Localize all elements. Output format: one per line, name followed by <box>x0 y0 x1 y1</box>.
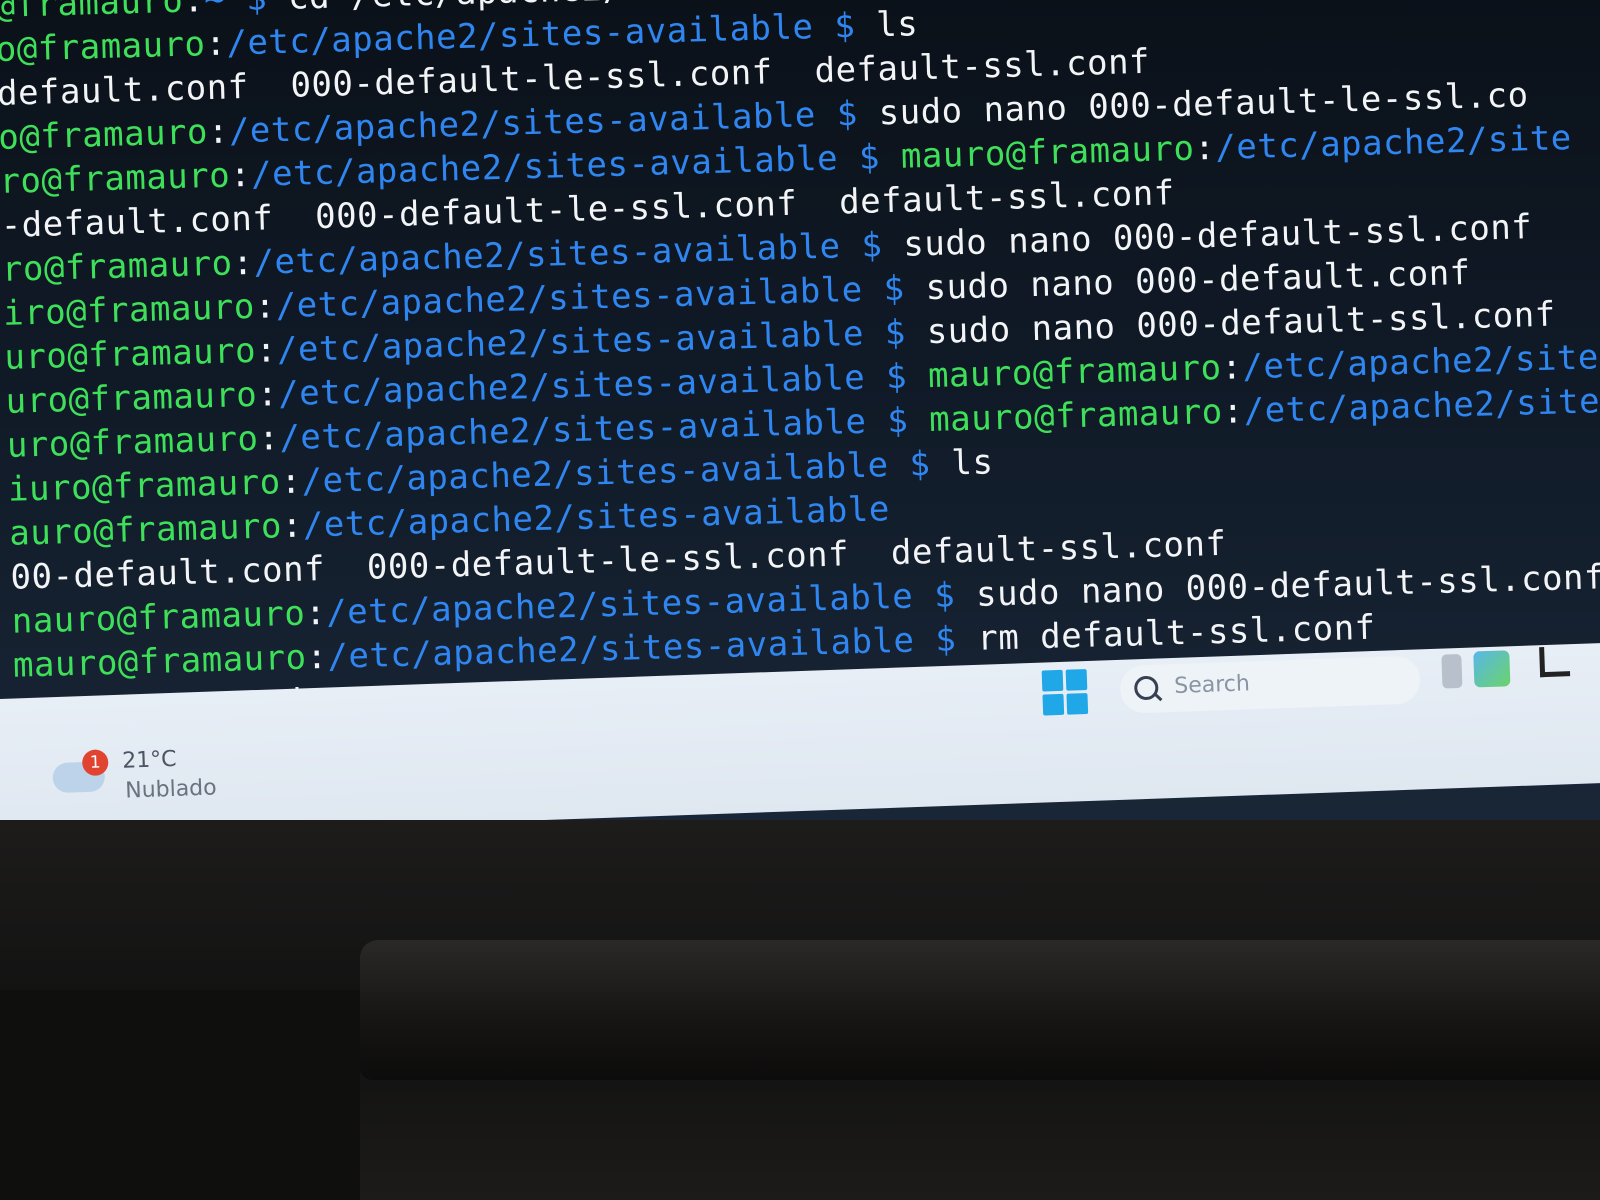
prompt-separator: : <box>254 286 277 327</box>
prompt-symbol: $ <box>860 224 904 266</box>
pasted-separator: : <box>1193 127 1216 169</box>
prompt-path: ~ <box>204 0 247 20</box>
pasted-host: mauro@framauro <box>928 391 1224 441</box>
prompt-host: o@framauro <box>0 24 207 70</box>
windows-logo-icon <box>1042 693 1065 716</box>
maps-app-icon[interactable] <box>1473 650 1511 688</box>
pasted-separator: : <box>1220 347 1244 388</box>
pasted-path: /etc/apache2/site <box>1214 118 1573 168</box>
windows-logo-icon <box>1041 669 1064 692</box>
start-button[interactable] <box>1041 669 1090 717</box>
prompt-host: iuro@framauro <box>7 462 282 510</box>
pasted-path: /etc/apache2/sites <box>1243 380 1600 432</box>
weather-temperature: 21°C <box>121 746 177 774</box>
laptop-screen: @framauro:~ $ cd /etc/apache2/sites-avai… <box>0 0 1600 850</box>
prompt-separator: : <box>256 374 279 415</box>
search-placeholder: Search <box>1173 671 1251 699</box>
prompt-host: auro@framauro <box>8 506 283 554</box>
prompt-host: mauro@framauro <box>12 637 308 686</box>
laptop-base <box>0 990 360 1200</box>
prompt-symbol: $ <box>886 400 930 442</box>
prompt-symbol: $ <box>858 136 902 178</box>
prompt-host: o@framauro <box>0 112 209 158</box>
prompt-host: nauro@framauro <box>11 593 306 642</box>
prompt-separator: : <box>304 592 327 634</box>
prompt-host: ro@framauro <box>1 243 234 290</box>
prompt-symbol: $ <box>933 574 977 616</box>
weather-widget[interactable]: 1 21°C Nublado <box>52 738 254 815</box>
prompt-separator: : <box>255 330 278 371</box>
windows-logo-icon <box>1065 669 1088 691</box>
prompt-host: iro@framauro <box>2 286 256 334</box>
prompt-separator: : <box>204 23 227 65</box>
prompt-separator: : <box>280 461 303 503</box>
prompt-host: uro@framauro <box>3 330 257 378</box>
prompt-symbol: $ <box>246 0 289 19</box>
prompt-separator: : <box>207 111 230 153</box>
prompt-host: uro@framauro <box>5 374 258 422</box>
prompt-separator: : <box>229 154 252 196</box>
search-icon <box>1133 675 1159 701</box>
prompt-separator: : <box>281 505 304 547</box>
prompt-symbol: $ <box>833 5 877 47</box>
terminal-window[interactable]: @framauro:~ $ cd /etc/apache2/sites-avai… <box>0 0 1600 732</box>
pasted-path: /etc/apache2/sites <box>1241 336 1600 388</box>
prompt-separator: : <box>305 636 329 678</box>
prompt-separator: : <box>257 418 280 459</box>
command-text: rm default-ssl.conf <box>976 607 1377 659</box>
taskbar-search[interactable]: Search <box>1119 655 1422 714</box>
laptop-hinge <box>360 940 1600 1080</box>
pasted-separator: : <box>1222 391 1245 432</box>
prompt-symbol: $ <box>836 93 880 135</box>
prompt-symbol: $ <box>883 268 927 310</box>
prompt-host: @framauro <box>0 0 184 26</box>
weather-condition: Nublado <box>124 775 218 804</box>
task-view-icon[interactable] <box>1539 646 1571 678</box>
prompt-symbol: $ <box>884 312 928 354</box>
pasted-host: mauro@framauro <box>900 128 1195 177</box>
prompt-host: ro@framauro <box>0 155 231 202</box>
notification-badge: 1 <box>81 749 109 777</box>
prompt-symbol: $ <box>934 618 978 660</box>
windows-logo-icon <box>1066 692 1089 715</box>
prompt-separator: : <box>232 242 255 284</box>
pinned-app-icon[interactable] <box>1441 653 1463 689</box>
command-text: ls <box>950 442 994 484</box>
prompt-separator: : <box>182 0 205 21</box>
pasted-host: mauro@framauro <box>927 347 1223 397</box>
command-text: ls <box>875 4 919 46</box>
prompt-host: uro@framauro <box>6 418 260 466</box>
prompt-symbol: $ <box>885 356 929 398</box>
prompt-symbol: $ <box>908 443 952 485</box>
